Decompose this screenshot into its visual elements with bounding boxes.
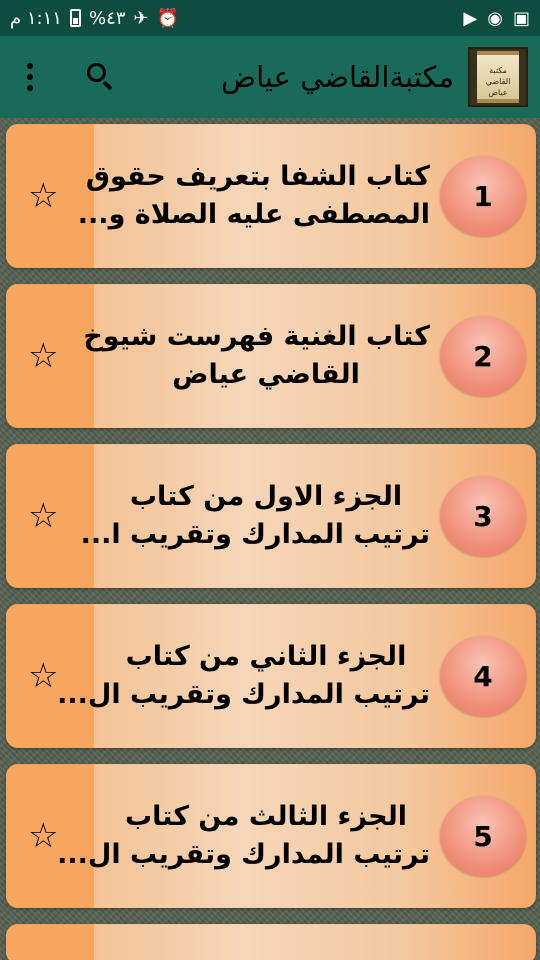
book-card-6-partial[interactable] <box>6 924 536 960</box>
app-toolbar: مكتبةالقاضي عياض مكتبة القاضي عياض <box>0 36 540 118</box>
overflow-menu-icon[interactable] <box>18 63 42 91</box>
book-number-badge: 5 <box>440 796 526 876</box>
book-card-2[interactable]: ☆ كتاب الغنية فهرست شيوخ القاضي عياض 2 <box>6 284 536 428</box>
book-title: كتاب الغنية فهرست شيوخ القاضي عياض <box>83 318 430 394</box>
favorite-star-icon[interactable]: ☆ <box>28 819 58 853</box>
book-title-line-1: الجزء الاول من كتاب <box>129 481 403 512</box>
book-title-line-2: ترتيب المدارك وتقريب ا... <box>80 519 430 550</box>
airplane-mode-icon: ✈ <box>133 7 149 29</box>
battery-percent: %٤٣ <box>88 7 126 29</box>
app-logo: مكتبة القاضي عياض <box>468 47 528 107</box>
favorite-star-icon[interactable]: ☆ <box>28 659 58 693</box>
book-title: كتاب الشفا بتعريف حقوق المصطفى عليه الصل… <box>77 158 430 234</box>
app-notification-icon: ◉ <box>487 7 503 29</box>
alarm-icon: ⏰ <box>156 7 179 29</box>
search-icon[interactable] <box>82 57 122 97</box>
favorite-star-icon[interactable]: ☆ <box>28 339 58 373</box>
status-time: ١:١١ م <box>10 7 62 29</box>
book-title-line-2: المصطفى عليه الصلاة و... <box>77 199 430 230</box>
book-card-4[interactable]: ☆ الجزء الثاني من كتاب ترتيب المدارك وتق… <box>6 604 536 748</box>
book-title-line-2: ترتيب المدارك وتقريب ال... <box>57 679 430 710</box>
status-bar: ١:١١ م %٤٣ ✈ ⏰ ▶ ◉ ▣ <box>0 0 540 36</box>
card-stripe <box>6 924 94 960</box>
book-title: الجزء الثالث من كتاب ترتيب المدارك وتقري… <box>57 798 430 874</box>
battery-icon <box>69 9 81 27</box>
favorite-star-icon[interactable]: ☆ <box>28 179 58 213</box>
book-title-line-2: القاضي عياض <box>172 359 360 390</box>
play-store-icon: ▶ <box>463 7 478 29</box>
book-card-1[interactable]: ☆ كتاب الشفا بتعريف حقوق المصطفى عليه ال… <box>6 124 536 268</box>
book-title-line-1: الجزء الثاني من كتاب <box>125 641 407 672</box>
book-title-line-1: الجزء الثالث من كتاب <box>125 801 407 832</box>
image-notification-icon: ▣ <box>512 7 530 29</box>
book-card-3[interactable]: ☆ الجزء الاول من كتاب ترتيب المدارك وتقر… <box>6 444 536 588</box>
book-card-5[interactable]: ☆ الجزء الثالث من كتاب ترتيب المدارك وتق… <box>6 764 536 908</box>
status-bar-right: ▶ ◉ ▣ <box>463 8 530 29</box>
book-title: الجزء الثاني من كتاب ترتيب المدارك وتقري… <box>57 638 430 714</box>
book-number-badge: 4 <box>440 636 526 716</box>
book-title-line-1: كتاب الشفا بتعريف حقوق <box>85 161 430 192</box>
app-title: مكتبةالقاضي عياض <box>221 60 454 94</box>
book-number-badge: 1 <box>440 156 526 236</box>
book-number-badge: 3 <box>440 476 526 556</box>
book-title-line-1: كتاب الغنية فهرست شيوخ <box>83 321 430 352</box>
favorite-star-icon[interactable]: ☆ <box>28 499 58 533</box>
logo-scroll: مكتبة القاضي عياض <box>477 51 519 103</box>
book-title: الجزء الاول من كتاب ترتيب المدارك وتقريب… <box>80 478 430 554</box>
book-title-line-2: ترتيب المدارك وتقريب ال... <box>57 839 430 870</box>
book-number-badge: 2 <box>440 316 526 396</box>
status-bar-left: ١:١١ م %٤٣ ✈ ⏰ <box>10 8 179 29</box>
